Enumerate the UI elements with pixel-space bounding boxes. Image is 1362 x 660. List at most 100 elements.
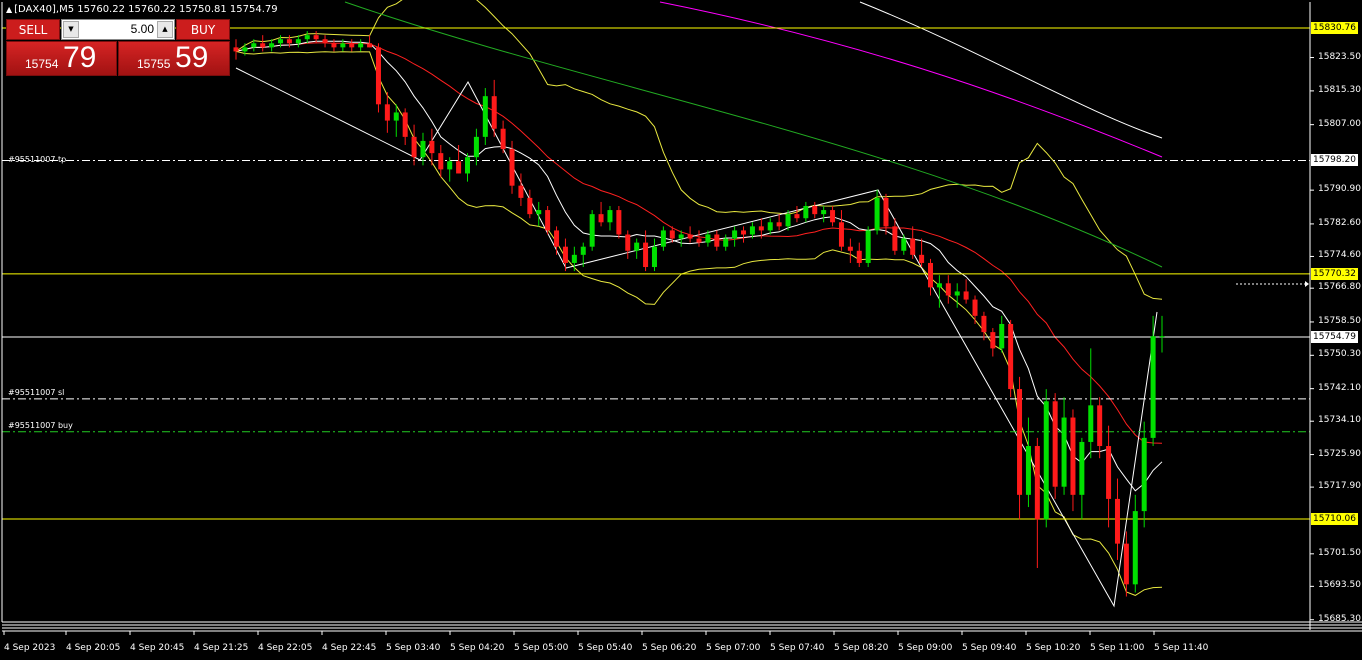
candle-body [482, 96, 488, 137]
time-axis-label: 4 Sep 22:05 [258, 643, 313, 653]
candle-body [643, 242, 649, 268]
candle-body [945, 283, 951, 296]
time-axis-label: 5 Sep 07:00 [706, 643, 761, 653]
candle [589, 210, 595, 251]
time-axis-label: 5 Sep 03:40 [386, 643, 441, 653]
candle-body [634, 242, 640, 251]
candle-body [616, 210, 622, 235]
candle-body [936, 283, 942, 288]
time-axis-label: 5 Sep 08:20 [834, 643, 889, 653]
candle-body [518, 185, 524, 198]
price-axis-label: 15815.30 [1318, 84, 1361, 95]
time-axis-label: 5 Sep 04:20 [450, 643, 505, 653]
candle-body [580, 246, 586, 255]
candle-body [1114, 498, 1120, 544]
lot-increase-icon[interactable]: ▲ [157, 21, 173, 38]
candle-body [571, 254, 577, 263]
time-axis-label: 5 Sep 07:40 [770, 643, 825, 653]
candle-body [741, 230, 747, 235]
candle-body [509, 149, 515, 186]
candle-body [393, 112, 399, 121]
lot-size-field[interactable]: ▼ 5.00 ▲ [61, 19, 175, 40]
sell-button[interactable]: SELL [6, 19, 60, 40]
candle [1043, 389, 1049, 528]
candle-body [598, 214, 604, 223]
candle-body [919, 254, 925, 263]
candle-body [954, 291, 960, 296]
candle-body [278, 39, 284, 44]
time-axis-label: 4 Sep 21:25 [194, 643, 249, 653]
candle-body [999, 323, 1005, 349]
price-axis-label: 15807.00 [1318, 118, 1361, 129]
lot-size-value[interactable]: 5.00 [131, 20, 154, 39]
candle-body [447, 161, 453, 170]
candle-body [990, 332, 996, 349]
candle-body [269, 43, 275, 48]
candle-body [847, 246, 853, 251]
candle [865, 226, 871, 268]
price-chart[interactable] [0, 0, 1362, 660]
candle-body [812, 206, 818, 215]
buy-button[interactable]: BUY [176, 19, 230, 40]
candle-body [527, 197, 533, 215]
bid-price[interactable]: 15754 79 [6, 41, 117, 76]
candle-body [456, 161, 462, 174]
price-tag: 15710.06 [1311, 513, 1358, 525]
candle-body [384, 104, 390, 121]
ask-price[interactable]: 15755 59 [118, 41, 230, 76]
candle-body [821, 210, 827, 215]
candle [1008, 319, 1014, 398]
candle-body [767, 222, 773, 231]
candle-body [1141, 437, 1147, 512]
candle-body [705, 234, 711, 243]
price-tag: 15830.76 [1311, 22, 1358, 34]
candle-body [473, 136, 479, 158]
candle-body [892, 226, 898, 251]
candle-body [429, 140, 435, 154]
candle-body [251, 43, 257, 48]
candle-body [1150, 336, 1156, 438]
time-axis-label: 4 Sep 22:45 [322, 643, 377, 653]
price-axis-label: 15823.50 [1318, 51, 1361, 62]
candle-body [322, 39, 328, 44]
candle-body [830, 210, 836, 223]
candle-body [785, 214, 791, 227]
candle-body [669, 230, 675, 239]
candle-body [1097, 405, 1103, 447]
price-axis-label: 15685.30 [1318, 613, 1361, 624]
order-sl-label: #95511007 sl [8, 388, 65, 397]
lot-decrease-icon[interactable]: ▼ [63, 21, 79, 38]
candle-body [1132, 511, 1138, 585]
price-axis-label: 15742.10 [1318, 382, 1361, 393]
time-axis-label: 5 Sep 11:00 [1090, 643, 1145, 653]
price-axis-label: 15758.50 [1318, 315, 1361, 326]
candle-body [465, 157, 470, 174]
candle-body [554, 230, 560, 247]
candle-body [651, 246, 657, 268]
candle-body [349, 43, 355, 48]
candle-body [233, 47, 239, 52]
candle-body [972, 299, 978, 316]
candle-body [838, 222, 844, 247]
candle-body [874, 197, 880, 231]
candle-body [500, 128, 506, 150]
candle-body [901, 238, 907, 251]
bid-price-pips: 79 [63, 41, 97, 74]
chart-title-text: [DAX40],M5 15760.22 15760.22 15750.81 15… [14, 4, 278, 15]
ask-price-prefix: 15755 [137, 57, 171, 71]
candle [545, 206, 551, 235]
price-axis-label: 15766.80 [1318, 282, 1361, 293]
candle-body [625, 234, 631, 251]
chart-title: ▲ [DAX40],M5 15760.22 15760.22 15750.81 1… [6, 4, 278, 15]
candle-body [286, 39, 292, 44]
candle-body [1070, 417, 1076, 495]
candle-body [1079, 441, 1085, 495]
price-tag: 15770.32 [1311, 267, 1358, 280]
price-axis-label: 15701.50 [1318, 547, 1361, 558]
candle-body [536, 210, 542, 215]
time-axis-label: 5 Sep 11:40 [1154, 643, 1209, 653]
time-axis-label: 4 Sep 20:05 [66, 643, 121, 653]
candle-body [295, 39, 301, 44]
candle-body [714, 234, 720, 247]
time-axis-label: 5 Sep 10:20 [1026, 643, 1081, 653]
